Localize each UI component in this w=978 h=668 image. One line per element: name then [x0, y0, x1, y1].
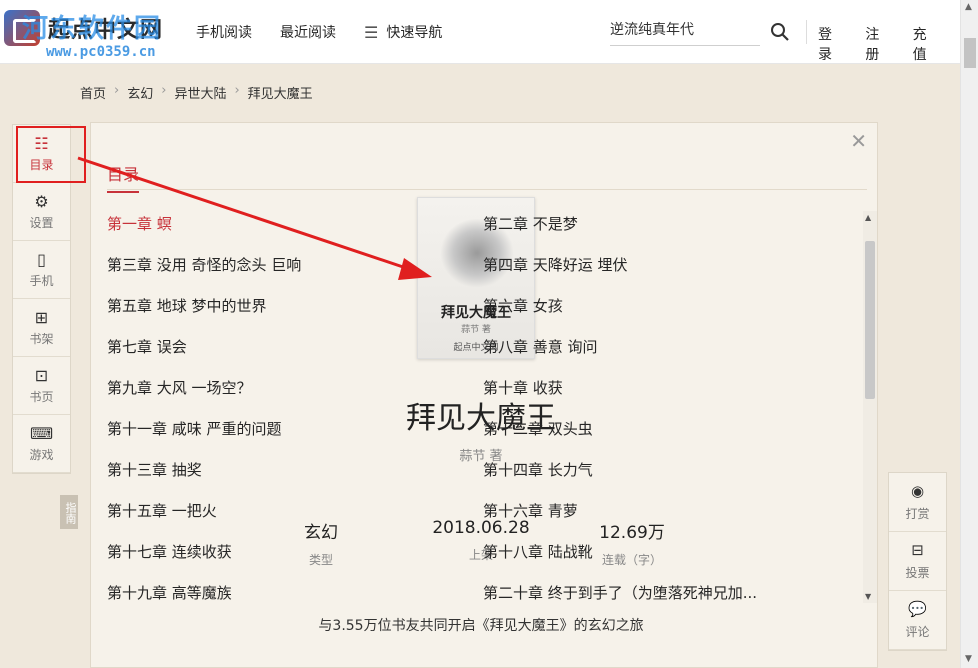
vote-icon: ⊟ — [911, 541, 924, 559]
top-nav: 手机阅读 最近阅读 ☰ 快速导航 — [196, 22, 470, 42]
stat-type: 玄幻 类型 — [281, 518, 361, 568]
chapter-link[interactable]: 第十章 收获 — [483, 377, 563, 398]
menu-icon[interactable]: ☰ — [364, 23, 378, 42]
gamepad-icon: ⌨ — [29, 424, 54, 443]
nav-mobile-reading[interactable]: 手机阅读 — [196, 22, 252, 42]
logo-text: 起点中文网 — [48, 18, 164, 43]
sidebar-item-label: 评论 — [905, 625, 930, 639]
sidebar-item-bookshelf[interactable]: ⊞ 书架 — [13, 299, 70, 357]
scroll-down-icon[interactable]: ▼ — [965, 654, 972, 664]
sidebar-item-games[interactable]: ⌨ 游戏 — [13, 415, 70, 473]
reward-icon: ◉ — [910, 482, 925, 500]
divider — [806, 20, 807, 44]
stat-value: 12.69万 — [599, 523, 665, 543]
book-author: 蒜节 著 — [459, 449, 503, 464]
stat-words: 12.69万 连载（字） — [577, 518, 687, 568]
sidebar-item-settings[interactable]: ⚙ 设置 — [13, 183, 70, 241]
breadcrumb-book[interactable]: 拜见大魔王 — [248, 83, 313, 102]
chapter-link[interactable]: 第十三章 抽奖 — [107, 459, 202, 480]
register-link[interactable]: 注册 — [865, 24, 888, 64]
chapter-link[interactable]: 第五章 地球 梦中的世界 — [107, 295, 267, 316]
search-input[interactable]: 逆流纯真年代 — [610, 18, 760, 46]
sidebar-item-vote[interactable]: ⊟ 投票 — [889, 532, 946, 591]
sidebar-item-label: 打赏 — [905, 507, 930, 521]
chapter-link[interactable]: 第一章 螟 — [107, 213, 172, 234]
sidebar-item-comment[interactable]: 💬 评论 — [889, 591, 946, 650]
list-icon: ☷ — [34, 134, 49, 153]
toc-scrollbar[interactable]: ▲ ▼ — [863, 211, 877, 603]
readers-count: 与3.55万位书友共同开启《拜见大魔王》的玄幻之旅 — [318, 618, 644, 634]
scroll-up-icon[interactable]: ▲ — [865, 213, 871, 222]
recharge-link[interactable]: 充值 — [913, 24, 936, 64]
top-bar: 起点中文网 河东软件园 www.pc0359.cn 手机阅读 最近阅读 ☰ 快速… — [0, 0, 960, 64]
divider — [107, 189, 867, 190]
chapter-link[interactable]: 第十七章 连续收获 — [107, 541, 232, 562]
chevron-right-icon: › — [234, 83, 240, 98]
chapter-link[interactable]: 第四章 天降好运 埋伏 — [483, 254, 628, 275]
chevron-right-icon: › — [114, 83, 120, 98]
bookshelf-icon: ⊞ — [34, 308, 49, 327]
sidebar-item-label: 投票 — [905, 566, 930, 580]
sidebar-item-label: 手机 — [29, 274, 54, 288]
chapter-link[interactable]: 第九章 大风 一场空？ — [107, 377, 252, 398]
chapter-link[interactable]: 第七章 误会 — [107, 336, 187, 357]
chapter-link[interactable]: 第十四章 长力气 — [483, 459, 593, 480]
scrollbar-thumb[interactable] — [865, 241, 875, 399]
comment-icon: 💬 — [908, 600, 927, 618]
stat-value: 2018.06.28 — [432, 518, 530, 538]
reader-sidebar: ☷ 目录 ⚙ 设置 ▯ 手机 ⊞ 书架 ⊡ 书页 ⌨ 游戏 — [12, 124, 71, 474]
nav-recent-reading[interactable]: 最近阅读 — [280, 22, 336, 42]
breadcrumb-home[interactable]: 首页 — [80, 83, 106, 102]
stat-value: 玄幻 — [304, 523, 338, 543]
account-links: 登录 注册 充值 — [818, 24, 960, 64]
chapter-link[interactable]: 第十六章 青萝 — [483, 500, 578, 521]
breadcrumb: 首页 › 玄幻 › 异世大陆 › 拜见大魔王 — [80, 83, 313, 102]
scrollbar-thumb[interactable] — [964, 38, 976, 68]
sidebar-item-label: 书架 — [29, 332, 54, 346]
chapter-link[interactable]: 第六章 女孩 — [483, 295, 563, 316]
sidebar-item-reward[interactable]: ◉ 打赏 — [889, 473, 946, 532]
phone-icon: ▯ — [37, 250, 46, 269]
chapter-link[interactable]: 第十五章 一把火 — [107, 500, 217, 521]
sidebar-item-toc[interactable]: ☷ 目录 — [13, 125, 70, 183]
breadcrumb-subcategory[interactable]: 异世大陆 — [174, 83, 226, 102]
gear-icon: ⚙ — [34, 192, 49, 211]
close-icon[interactable]: ✕ — [850, 131, 867, 151]
scroll-down-icon[interactable]: ▼ — [865, 592, 871, 601]
stat-key: 类型 — [308, 553, 333, 567]
login-link[interactable]: 登录 — [818, 24, 841, 64]
chapter-link[interactable]: 第十八章 陆战靴 — [483, 541, 593, 562]
search-icon[interactable] — [770, 22, 790, 42]
chapter-link[interactable]: 第十一章 咸味 严重的问题 — [107, 418, 282, 439]
chapter-link[interactable]: 第十九章 高等魔族 — [107, 582, 232, 603]
breadcrumb-category[interactable]: 玄幻 — [127, 83, 153, 102]
watermark-url: www.pc0359.cn — [46, 44, 156, 60]
window-scrollbar[interactable]: ▲ ▼ — [960, 0, 978, 668]
bookpage-icon: ⊡ — [34, 366, 49, 385]
toc-panel: ✕ 目录 拜见大魔王 蒜节 著 起点中文网 拜见大魔王 蒜节 著 玄幻 类型 2… — [90, 122, 878, 668]
chapter-link[interactable]: 第八章 善意 询问 — [483, 336, 598, 357]
logo-badge-icon — [4, 10, 40, 46]
sidebar-item-label: 设置 — [29, 216, 54, 230]
chapter-link[interactable]: 第二章 不是梦 — [483, 213, 578, 234]
sidebar-item-label: 书页 — [29, 390, 54, 404]
nav-quick-navigation[interactable]: 快速导航 — [386, 22, 442, 42]
sidebar-item-label: 目录 — [29, 158, 54, 172]
sidebar-item-label: 游戏 — [29, 448, 54, 462]
right-sidebar: ◉ 打赏 ⊟ 投票 💬 评论 — [888, 472, 947, 651]
stat-key: 连载（字） — [601, 553, 662, 567]
chapter-link[interactable]: 第二十章 终于到手了（为堕落死神兄加... — [483, 582, 757, 603]
chapter-link[interactable]: 第三章 没用 奇怪的念头 巨响 — [107, 254, 301, 275]
guide-tab[interactable]: 指南 — [60, 495, 78, 529]
chevron-right-icon: › — [161, 83, 167, 98]
scroll-up-icon[interactable]: ▲ — [965, 2, 972, 12]
cover-author: 蒜节 著 — [461, 325, 491, 335]
chapter-link[interactable]: 第十二章 双头虫 — [483, 418, 593, 439]
sidebar-item-bookpage[interactable]: ⊡ 书页 — [13, 357, 70, 415]
sidebar-item-phone[interactable]: ▯ 手机 — [13, 241, 70, 299]
